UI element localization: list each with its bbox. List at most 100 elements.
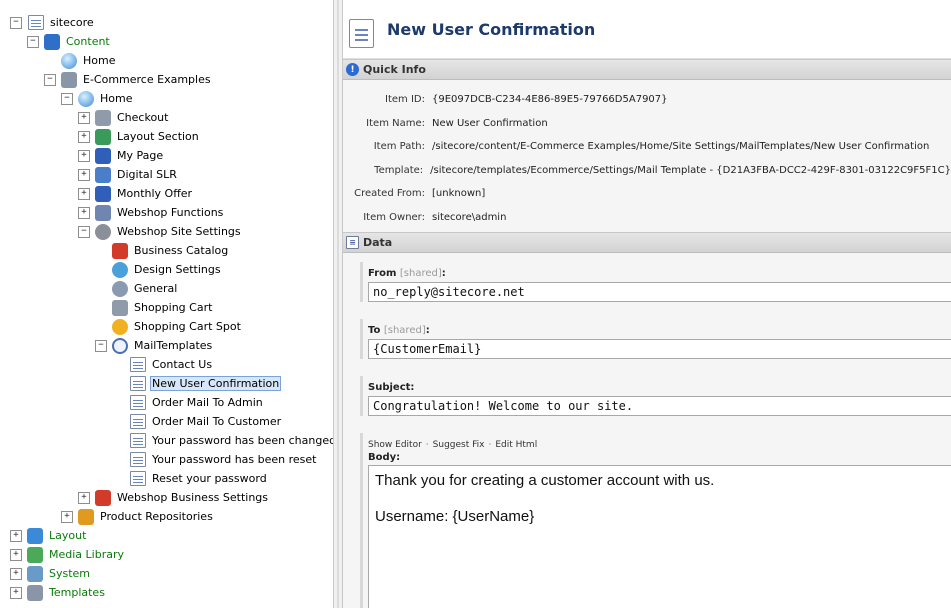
document-icon [349, 19, 374, 48]
tree-node[interactable]: + Checkout [0, 108, 333, 127]
tree-node[interactable]: − Webshop Site Settings [0, 222, 333, 241]
collapse-icon[interactable]: − [27, 35, 39, 48]
page-icon [130, 395, 146, 410]
page-icon [130, 433, 146, 448]
tree-node[interactable]: Order Mail To Admin [0, 393, 333, 412]
tree-node-label: Checkout [117, 111, 169, 124]
tree-node[interactable]: − E-Commerce Examples [0, 70, 333, 89]
to-label-colon: : [425, 325, 430, 336]
collapse-icon[interactable]: − [95, 339, 107, 352]
folder-icon [61, 71, 77, 88]
to-input[interactable]: {CustomerEmail} [368, 339, 951, 359]
expand-icon[interactable]: + [10, 548, 22, 561]
tree-node[interactable]: Shopping Cart [0, 298, 333, 317]
collapse-icon[interactable]: − [44, 73, 56, 86]
system-icon [27, 565, 43, 582]
tree-node[interactable]: Contact Us [0, 355, 333, 374]
quick-info-row: Item ID: {9E097DCB-C234-4E86-89E5-79766D5… [343, 88, 951, 112]
tree-node[interactable]: Order Mail To Customer [0, 412, 333, 431]
collapse-icon[interactable]: − [61, 92, 73, 105]
templates-icon [27, 584, 43, 601]
expand-icon[interactable]: + [78, 206, 90, 219]
functions-icon [95, 204, 111, 221]
link-separator: · [425, 439, 429, 450]
tree-node[interactable]: + Media Library [0, 545, 333, 564]
tree-node-label: Webshop Business Settings [117, 491, 269, 504]
expand-icon[interactable]: + [78, 130, 90, 143]
from-label-colon: : [441, 268, 446, 279]
edit-html-link[interactable]: Edit Html [495, 440, 537, 450]
tree-node[interactable]: Design Settings [0, 260, 333, 279]
tree-node[interactable]: + Layout Section [0, 127, 333, 146]
expand-icon[interactable]: + [78, 111, 90, 124]
expand-icon[interactable]: + [61, 510, 73, 523]
expand-icon[interactable]: + [78, 187, 90, 200]
tree-node[interactable]: + My Page [0, 146, 333, 165]
tree-node[interactable]: + Webshop Functions [0, 203, 333, 222]
subject-label: Subject: [368, 382, 415, 393]
quick-info-section-header[interactable]: ! Quick Info [343, 59, 951, 80]
tree-node[interactable]: New User Confirmation [0, 374, 333, 393]
tree-node[interactable]: − MailTemplates [0, 336, 333, 355]
tree-node[interactable]: + System [0, 564, 333, 583]
page-icon [130, 452, 146, 467]
item-owner-value[interactable]: sitecore\admin [429, 212, 506, 223]
tree-node-label: System [49, 567, 91, 580]
from-input[interactable]: no_reply@sitecore.net [368, 282, 951, 302]
tree-node[interactable]: Business Catalog [0, 241, 333, 260]
tree-node-label: Your password has been reset [152, 453, 317, 466]
item-path-value[interactable]: /sitecore/content/E-Commerce Examples/Ho… [429, 141, 929, 152]
page-icon [130, 357, 146, 372]
expand-icon[interactable]: + [78, 491, 90, 504]
subject-input[interactable]: Congratulation! Welcome to our site. [368, 396, 951, 416]
created-from-value[interactable]: [unknown] [429, 188, 485, 199]
tree-node[interactable]: + Digital SLR [0, 165, 333, 184]
tree-node[interactable]: Your password has been reset [0, 450, 333, 469]
tree-node[interactable]: Reset your password [0, 469, 333, 488]
expand-icon[interactable]: + [10, 529, 22, 542]
pane-splitter[interactable] [333, 0, 343, 608]
suggest-fix-link[interactable]: Suggest Fix [433, 440, 485, 450]
page-title: New User Confirmation [387, 20, 596, 39]
show-editor-link[interactable]: Show Editor [368, 440, 422, 450]
tree-node-label: Order Mail To Admin [152, 396, 263, 409]
item-id-label: Item ID: [385, 94, 425, 106]
tree-node[interactable]: − Content [0, 32, 333, 51]
tree-node-label: Media Library [49, 548, 124, 561]
tree-node[interactable]: Shopping Cart Spot [0, 317, 333, 336]
item-name-label: Item Name: [366, 117, 425, 129]
expand-icon[interactable]: + [78, 149, 90, 162]
expand-icon[interactable]: + [10, 586, 22, 599]
tree-node-label: Layout Section [117, 130, 199, 143]
tree-node[interactable]: General [0, 279, 333, 298]
tree-node[interactable]: − sitecore [0, 13, 333, 32]
tree-node[interactable]: + Layout [0, 526, 333, 545]
tree-node[interactable]: + Webshop Business Settings [0, 488, 333, 507]
collapse-icon[interactable]: − [78, 225, 90, 238]
item-id-value[interactable]: {9E097DCB-C234-4E86-89E5-79766D5A7907} [429, 94, 668, 105]
template-value[interactable]: /sitecore/templates/Ecommerce/Settings/M… [427, 165, 951, 176]
tree-node[interactable]: Your password has been changed [0, 431, 333, 450]
collapse-icon[interactable]: − [10, 16, 22, 29]
catalog-icon [95, 489, 111, 506]
layout-section-icon [95, 128, 111, 145]
tree-node[interactable]: + Product Repositories [0, 507, 333, 526]
tree-node-label: Home [100, 92, 133, 105]
tree-node[interactable]: + Templates [0, 583, 333, 602]
layout-icon [27, 527, 43, 544]
link-separator: · [488, 439, 492, 450]
item-path-label: Item Path: [373, 141, 425, 153]
tree-node[interactable]: − Home [0, 89, 333, 108]
expand-icon[interactable]: + [10, 567, 22, 580]
data-section-header[interactable]: ≡ Data [343, 232, 951, 253]
expand-icon[interactable]: + [78, 168, 90, 181]
tree-node[interactable]: Home [0, 51, 333, 70]
tree-node[interactable]: + Monthly Offer [0, 184, 333, 203]
body-rich-text[interactable]: Thank you for creating a customer accoun… [368, 465, 951, 608]
item-name-value[interactable]: New User Confirmation [429, 118, 548, 129]
